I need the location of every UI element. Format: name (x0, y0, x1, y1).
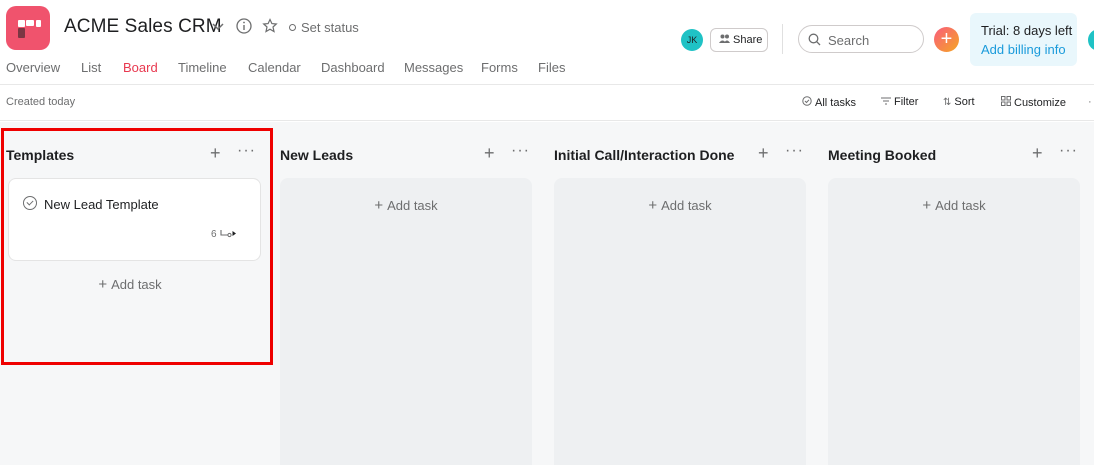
plus-icon: + (922, 197, 932, 214)
share-button[interactable]: Share (710, 28, 768, 52)
chevron-down-icon[interactable] (212, 18, 224, 35)
created-info: Created today (6, 96, 76, 108)
sort-icon: ⇅ (943, 97, 952, 108)
search-icon (808, 33, 821, 46)
more-options-icon[interactable]: ··· (1059, 142, 1078, 160)
add-task-button[interactable]: + Add task (828, 197, 1080, 214)
plus-icon: + (374, 197, 384, 214)
tab-forms[interactable]: Forms (481, 60, 518, 75)
board-column-templates: Templates + ··· New Lead Template 6 + Add… (0, 130, 261, 465)
board-column-new-leads: New Leads + ··· + Add task (274, 130, 532, 465)
tab-files[interactable]: Files (538, 60, 565, 75)
share-label: Share (733, 34, 763, 46)
set-status-label: Set status (301, 20, 359, 35)
column-drop-area[interactable]: + Add task (554, 178, 806, 465)
check-circle-icon[interactable] (23, 196, 37, 210)
header-separator (782, 24, 783, 54)
column-title: New Leads (280, 147, 354, 163)
plus-icon: + (648, 197, 658, 214)
add-task-label: Add task (387, 198, 438, 213)
board-column-meeting-booked: Meeting Booked + ··· + Add task (822, 130, 1080, 465)
column-title: Initial Call/Interaction Done (554, 147, 735, 163)
column-drop-area[interactable]: + Add task (828, 178, 1080, 465)
customize-label: Customize (1014, 97, 1066, 109)
check-circle-icon (802, 96, 812, 109)
tab-timeline[interactable]: Timeline (178, 60, 227, 75)
customize-button[interactable]: Customize (1001, 96, 1066, 109)
more-options-icon[interactable]: ··· (785, 142, 804, 160)
tab-messages[interactable]: Messages (404, 60, 463, 75)
filter-icon (881, 97, 891, 108)
people-icon (719, 30, 730, 52)
create-plus-button[interactable]: + (934, 27, 959, 52)
tab-board[interactable]: Board (123, 60, 158, 75)
add-task-button[interactable]: + Add task (4, 276, 256, 293)
subtask-icon (220, 230, 237, 238)
grid-icon (1001, 96, 1011, 109)
help-avatar[interactable] (1088, 29, 1094, 51)
plus-icon[interactable]: + (1032, 143, 1043, 164)
all-tasks-label: All tasks (815, 97, 856, 109)
info-icon[interactable] (236, 18, 252, 38)
more-options-icon[interactable]: ··· (511, 142, 530, 160)
column-drop-area[interactable]: + Add task (280, 178, 532, 465)
tab-dashboard[interactable]: Dashboard (321, 60, 385, 75)
subtask-count[interactable]: 6 (211, 229, 237, 240)
add-task-label: Add task (935, 198, 986, 213)
board-column-initial-call: Initial Call/Interaction Done + ··· + Add… (548, 130, 806, 465)
star-icon[interactable] (262, 18, 278, 38)
task-name: New Lead Template (44, 197, 159, 212)
add-task-label: Add task (661, 198, 712, 213)
subtask-count-value: 6 (211, 229, 217, 240)
trial-banner: Trial: 8 days left Add billing info (970, 13, 1077, 66)
all-tasks-button[interactable]: All tasks (802, 96, 856, 109)
tab-overview[interactable]: Overview (6, 60, 60, 75)
column-title: Meeting Booked (828, 147, 937, 163)
project-icon[interactable] (6, 6, 50, 50)
tab-list[interactable]: List (81, 60, 101, 75)
search-input[interactable]: Search (798, 25, 924, 53)
set-status-button[interactable]: Set status (289, 20, 359, 35)
avatar[interactable]: JK (681, 29, 703, 51)
plus-icon: + (98, 276, 108, 293)
sort-label: Sort (954, 96, 975, 108)
filter-label: Filter (894, 96, 919, 108)
add-task-button[interactable]: + Add task (554, 197, 806, 214)
filter-button[interactable]: Filter (881, 96, 918, 108)
column-title: Templates (6, 147, 75, 163)
plus-icon[interactable]: + (210, 143, 221, 164)
board-toolbar: Created today All tasks Filter ⇅ Sort Cus… (0, 85, 1094, 121)
tab-calendar[interactable]: Calendar (248, 60, 301, 75)
status-dot-icon (289, 24, 296, 31)
plus-icon[interactable]: + (484, 143, 495, 164)
add-billing-link[interactable]: Add billing info (981, 42, 1066, 57)
add-task-label: Add task (111, 277, 162, 292)
plus-icon[interactable]: + (758, 143, 769, 164)
trial-text: Trial: 8 days left (981, 23, 1073, 38)
add-task-button[interactable]: + Add task (280, 197, 532, 214)
more-icon[interactable]: · (1088, 96, 1092, 108)
sort-button[interactable]: ⇅ Sort (943, 96, 975, 108)
more-options-icon[interactable]: ··· (237, 142, 256, 160)
search-placeholder: Search (828, 33, 870, 48)
task-card[interactable]: New Lead Template 6 (8, 178, 261, 261)
project-title[interactable]: ACME Sales CRM (64, 16, 222, 38)
